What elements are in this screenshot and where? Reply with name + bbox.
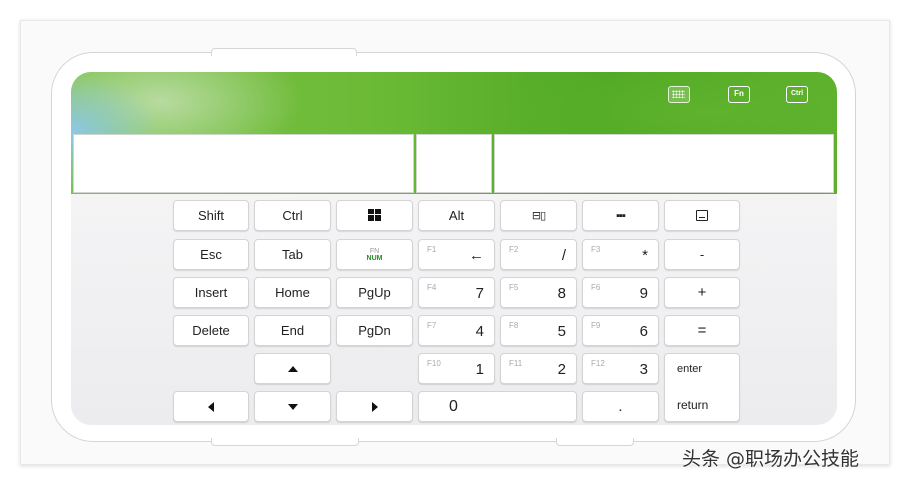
f10-label: F10 [427, 359, 441, 368]
windows-icon [367, 209, 382, 222]
input-field-middle[interactable] [416, 134, 492, 193]
input-field-right[interactable] [494, 134, 834, 193]
equals-key[interactable]: = [664, 315, 740, 346]
f9-six-key[interactable]: F9 6 [582, 315, 659, 346]
f4-label: F4 [427, 283, 437, 292]
phone-button-bottom-left [211, 438, 359, 446]
plus-key[interactable]: + [664, 277, 740, 308]
alt-key[interactable]: Alt [418, 200, 495, 231]
f5-label: F5 [509, 283, 519, 292]
phone-button-top [211, 48, 357, 56]
tab-key[interactable]: Tab [254, 239, 331, 270]
f2-divide-key[interactable]: F2 / [500, 239, 577, 270]
enter-label: enter [677, 363, 703, 375]
minimize-window-icon [696, 210, 708, 221]
fn-numlock-top-label: FN [369, 247, 380, 255]
keyboard-icon[interactable] [668, 86, 690, 103]
minimize-key[interactable] [664, 200, 740, 231]
ctrl-key[interactable]: Ctrl [254, 200, 331, 231]
windows-key[interactable] [336, 200, 413, 231]
divide-label: / [561, 247, 566, 264]
delete-key[interactable]: Delete [173, 315, 249, 346]
arrow-right-icon [371, 401, 378, 412]
arrow-right-key[interactable] [336, 391, 413, 422]
phone-button-bottom-right [556, 438, 634, 446]
input-field-left[interactable] [73, 134, 414, 193]
f7-four-key[interactable]: F7 4 [418, 315, 495, 346]
seven-label: 7 [475, 285, 484, 302]
apps-grid-key[interactable]: ▪▪▪ [582, 200, 659, 231]
home-key[interactable]: Home [254, 277, 331, 308]
esc-key[interactable]: Esc [173, 239, 249, 270]
backspace-arrow-icon: ← [469, 247, 484, 264]
task-view-icon: ⊟▯ [531, 210, 546, 222]
fn-numlock-key[interactable]: FN NUM [336, 239, 413, 270]
minus-key[interactable]: - [664, 239, 740, 270]
decimal-key[interactable]: . [582, 391, 659, 422]
two-label: 2 [557, 361, 566, 378]
f10-one-key[interactable]: F10 1 [418, 353, 495, 384]
f11-two-key[interactable]: F11 2 [500, 353, 577, 384]
f12-three-key[interactable]: F12 3 [582, 353, 659, 384]
pgdn-key[interactable]: PgDn [336, 315, 413, 346]
three-label: 3 [639, 361, 648, 378]
nine-label: 9 [639, 285, 648, 302]
f2-label: F2 [509, 245, 519, 254]
enter-key[interactable]: enter return [664, 353, 740, 422]
f12-label: F12 [591, 359, 605, 368]
f3-multiply-key[interactable]: F3 * [582, 239, 659, 270]
f8-five-key[interactable]: F8 5 [500, 315, 577, 346]
f6-nine-key[interactable]: F6 9 [582, 277, 659, 308]
apps-grid-icon: ▪▪▪ [616, 209, 626, 222]
keyboard-screen: Fn Ctrl Shift Ctrl Alt ⊟▯ ▪▪▪ Esc Tab FN… [71, 72, 837, 425]
watermark-text: 头条 @职场办公技能 [682, 448, 860, 470]
f1-label: F1 [427, 245, 437, 254]
fn-numlock-bottom-label: NUM [366, 254, 383, 262]
ctrl-icon[interactable]: Ctrl [786, 86, 808, 103]
four-label: 4 [475, 323, 484, 340]
f8-label: F8 [509, 321, 519, 330]
fn-numlock-icon: FN NUM [367, 248, 383, 262]
six-label: 6 [639, 323, 648, 340]
task-view-key[interactable]: ⊟▯ [500, 200, 577, 231]
f1-backspace-key[interactable]: F1 ← [418, 239, 495, 270]
arrow-up-key[interactable] [254, 353, 331, 384]
arrow-left-key[interactable] [173, 391, 249, 422]
insert-key[interactable]: Insert [173, 277, 249, 308]
f5-eight-key[interactable]: F5 8 [500, 277, 577, 308]
arrow-down-icon [287, 403, 298, 410]
return-label: return [677, 398, 709, 412]
f4-seven-key[interactable]: F4 7 [418, 277, 495, 308]
multiply-label: * [642, 247, 648, 264]
eight-label: 8 [557, 285, 566, 302]
arrow-left-icon [208, 401, 214, 412]
zero-key[interactable]: 0 [418, 391, 577, 422]
arrow-down-key[interactable] [254, 391, 331, 422]
fn-icon[interactable]: Fn [728, 86, 750, 103]
arrow-up-icon [287, 365, 298, 372]
pgup-key[interactable]: PgUp [336, 277, 413, 308]
f11-label: F11 [509, 359, 523, 368]
five-label: 5 [557, 323, 566, 340]
f7-label: F7 [427, 321, 437, 330]
one-label: 1 [475, 361, 484, 378]
end-key[interactable]: End [254, 315, 331, 346]
f6-label: F6 [591, 283, 601, 292]
shift-key[interactable]: Shift [173, 200, 249, 231]
f3-label: F3 [591, 245, 601, 254]
f9-label: F9 [591, 321, 601, 330]
